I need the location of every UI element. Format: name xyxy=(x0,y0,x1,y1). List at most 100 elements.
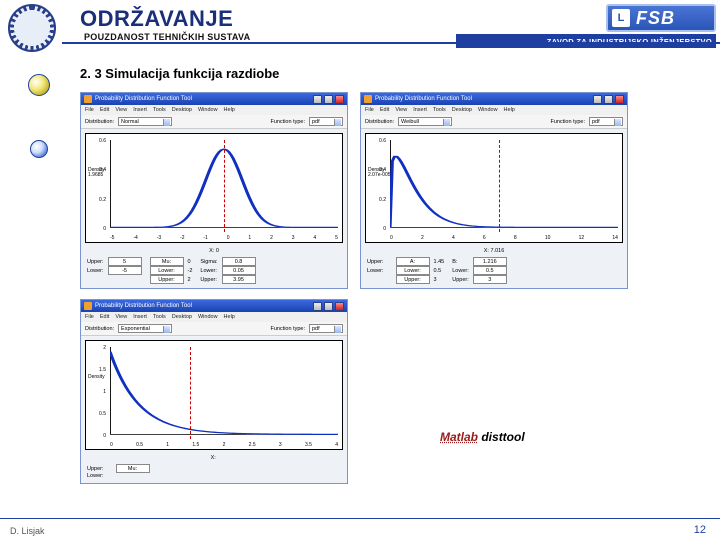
menu-item[interactable]: Desktop xyxy=(172,314,192,320)
chevron-down-icon xyxy=(614,119,621,126)
menu-item[interactable]: Tools xyxy=(153,314,166,320)
param-input[interactable]: -5 xyxy=(108,266,142,275)
toolbar: Distribution:ExponentialFunction type:pd… xyxy=(81,322,347,336)
param-input[interactable]: 0.8 xyxy=(222,257,256,266)
param-input[interactable]: Lower: xyxy=(396,266,430,275)
param-label: 2 xyxy=(186,275,195,284)
y-ticks: 0.60.40.20 xyxy=(376,138,386,232)
distribution-dropdown[interactable]: Normal xyxy=(118,117,172,126)
plot-area: Density2.07e-0050.60.40.2002468101214 xyxy=(365,133,623,243)
menu-item[interactable]: Edit xyxy=(100,107,109,113)
menu-item[interactable]: Desktop xyxy=(172,107,192,113)
menu-item[interactable]: Help xyxy=(504,107,515,113)
bullet-icon xyxy=(28,74,50,96)
menu-item[interactable]: Help xyxy=(224,107,235,113)
menu-item[interactable]: Window xyxy=(198,314,218,320)
param-label: 0 xyxy=(186,257,195,266)
marker-line[interactable] xyxy=(499,140,500,232)
param-input[interactable]: 0.5 xyxy=(473,266,507,275)
distribution-dropdown[interactable]: Exponential xyxy=(118,324,172,333)
marker-line[interactable] xyxy=(224,140,225,232)
window-titlebar: Probability Distribution Function Tool xyxy=(81,300,347,312)
chevron-down-icon xyxy=(163,119,170,126)
function-type-dropdown[interactable]: pdf xyxy=(589,117,623,126)
menu-item[interactable]: Window xyxy=(478,107,498,113)
param-input[interactable]: Upper: xyxy=(396,275,430,284)
chart-canvas xyxy=(110,140,338,232)
x-value-row: X: xyxy=(81,454,347,462)
function-type-dropdown[interactable]: pdf xyxy=(309,324,343,333)
chevron-down-icon xyxy=(334,119,341,126)
maximize-button[interactable] xyxy=(324,95,333,104)
param-input[interactable]: Mu: xyxy=(150,257,184,266)
function-type-dropdown[interactable]: pdf xyxy=(309,117,343,126)
menu-item[interactable]: File xyxy=(365,107,374,113)
param-label: Lower: xyxy=(198,266,219,275)
menu-item[interactable]: Edit xyxy=(380,107,389,113)
func-label: Function type: xyxy=(550,119,585,125)
menu-item[interactable]: View xyxy=(395,107,407,113)
menu-item[interactable]: Help xyxy=(224,314,235,320)
menu-item[interactable]: Desktop xyxy=(452,107,472,113)
menu-item[interactable]: File xyxy=(85,107,94,113)
menubar: File Edit View Insert Tools Desktop Window Help xyxy=(81,105,347,115)
matlab-window: Probability Distribution Function ToolFi… xyxy=(360,92,628,289)
menu-item[interactable]: Insert xyxy=(413,107,427,113)
toolbar: Distribution:NormalFunction type:pdf xyxy=(81,115,347,129)
param-input[interactable]: 1.216 xyxy=(473,257,507,266)
x-value-input[interactable]: 7.016 xyxy=(490,248,504,254)
fsb-logo: L FSB xyxy=(606,4,716,32)
chevron-down-icon xyxy=(443,119,450,126)
param-input[interactable]: 3.95 xyxy=(222,275,256,284)
menu-item[interactable]: Insert xyxy=(133,107,147,113)
menu-item[interactable]: Window xyxy=(198,107,218,113)
x-label: X: xyxy=(484,248,489,254)
menu-item[interactable]: Insert xyxy=(133,314,147,320)
fsb-logo-text: FSB xyxy=(636,8,675,29)
param-label xyxy=(106,275,144,284)
close-button[interactable] xyxy=(335,302,344,311)
parameter-grid: Upper:A:1.45B:1.216Lower:Lower:0.5Lower:… xyxy=(361,255,627,288)
menu-item[interactable]: Edit xyxy=(100,314,109,320)
param-input[interactable]: 3 xyxy=(473,275,507,284)
menu-item[interactable]: File xyxy=(85,314,94,320)
fsb-logo-mark: L xyxy=(612,9,630,27)
param-label: Lower: xyxy=(85,473,106,479)
x-value-row: X: 7.016 xyxy=(361,247,627,255)
marker-line[interactable] xyxy=(190,347,191,439)
menu-item[interactable]: View xyxy=(115,314,127,320)
minimize-button[interactable] xyxy=(593,95,602,104)
maximize-button[interactable] xyxy=(604,95,613,104)
minimize-button[interactable] xyxy=(313,302,322,311)
chevron-down-icon xyxy=(334,326,341,333)
param-label: Upper: xyxy=(450,275,471,284)
header-rule xyxy=(62,42,720,44)
minimize-button[interactable] xyxy=(313,95,322,104)
x-value-input[interactable]: 0 xyxy=(216,248,219,254)
close-button[interactable] xyxy=(615,95,624,104)
menu-item[interactable]: Tools xyxy=(433,107,446,113)
app-icon xyxy=(84,302,92,310)
param-label: Upper: xyxy=(85,464,106,473)
toolbar: Distribution: Weibull Function type: pdf xyxy=(361,115,627,129)
distribution-dropdown[interactable]: Weibull xyxy=(398,117,452,126)
menu-item[interactable]: Tools xyxy=(153,107,166,113)
param-input[interactable]: Lower: xyxy=(150,266,184,275)
parameter-grid: Upper: Mu: Lower: xyxy=(81,462,347,483)
param-input[interactable]: 5 xyxy=(108,257,142,266)
chart-canvas xyxy=(110,347,338,439)
maximize-button[interactable] xyxy=(324,302,333,311)
param-input[interactable]: Upper: xyxy=(150,275,184,284)
param-input[interactable]: A: xyxy=(396,257,430,266)
param-label: Lower: xyxy=(85,266,106,275)
x-ticks: -5-4-3-2-1012345 xyxy=(110,235,338,241)
menu-item[interactable]: View xyxy=(115,107,127,113)
param-input[interactable]: 0.05 xyxy=(222,266,256,275)
param-input[interactable]: Mu: xyxy=(116,464,150,473)
close-button[interactable] xyxy=(335,95,344,104)
window-titlebar: Probability Distribution Function Tool xyxy=(81,93,347,105)
matlab-window: Probability Distribution Function ToolFi… xyxy=(80,92,348,289)
dist-label: Distribution: xyxy=(365,119,394,125)
chart-canvas xyxy=(390,140,618,232)
chevron-down-icon xyxy=(163,326,170,333)
